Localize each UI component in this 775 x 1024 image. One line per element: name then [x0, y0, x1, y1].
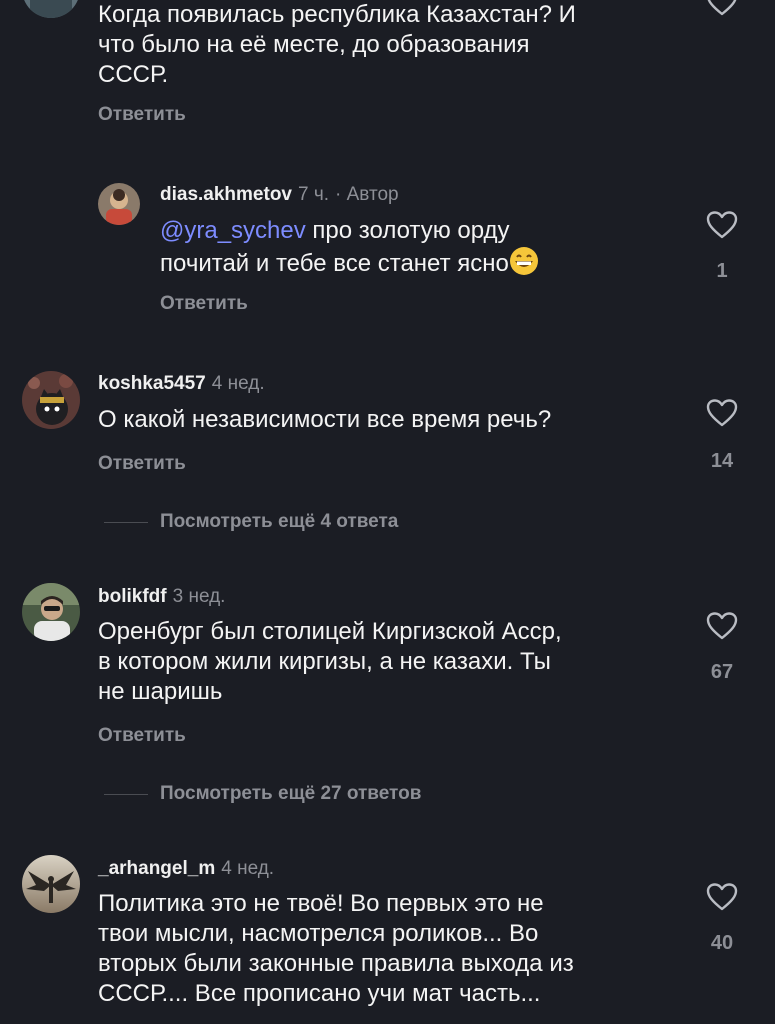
avatar[interactable]	[98, 183, 140, 225]
like-count: 40	[710, 932, 734, 954]
comment-username[interactable]: dias.akhmetov 7 ч. · Автор	[160, 184, 399, 206]
author-badge: · Автор	[335, 184, 399, 205]
heart-icon[interactable]	[706, 399, 738, 427]
divider	[104, 794, 148, 795]
heart-icon[interactable]	[706, 211, 738, 239]
mention-link[interactable]: @yra_sychev	[160, 217, 306, 244]
heart-icon[interactable]	[706, 0, 738, 16]
comment-time: 3 нед.	[172, 586, 226, 607]
reply-button[interactable]: Ответить	[98, 104, 186, 126]
grinning-face-icon	[509, 246, 539, 276]
reply-button[interactable]: Ответить	[160, 293, 248, 315]
comment-time: 7 ч.	[298, 184, 330, 205]
avatar[interactable]	[22, 0, 80, 18]
view-more-replies-button[interactable]: Посмотреть ещё 27 ответов	[160, 783, 421, 805]
like-count: 1	[716, 260, 728, 282]
like-count: 67	[710, 661, 734, 683]
avatar[interactable]	[22, 583, 80, 641]
heart-icon[interactable]	[706, 883, 738, 911]
divider	[104, 522, 148, 523]
avatar[interactable]	[22, 855, 80, 913]
comment-text: Оренбург был столицей Киргизской Асср, в…	[98, 618, 562, 705]
comment-time: 4 нед.	[211, 373, 265, 394]
comment-text: О какой независимости все время речь?	[98, 406, 552, 433]
reply-button[interactable]: Ответить	[98, 725, 186, 747]
view-more-replies-button[interactable]: Посмотреть ещё 4 ответа	[160, 511, 398, 533]
reply-button[interactable]: Ответить	[98, 453, 186, 475]
like-count: 14	[710, 450, 734, 472]
comment-username[interactable]: koshka5457 4 нед.	[98, 373, 265, 395]
heart-icon[interactable]	[706, 612, 738, 640]
comment-text: Политика это не твоё! Во первых это не т…	[98, 890, 574, 1007]
avatar[interactable]	[22, 371, 80, 429]
comment-username[interactable]: _arhangel_m 4 нед.	[98, 858, 274, 880]
comment-username[interactable]: bolikfdf 3 нед.	[98, 586, 225, 608]
comment-text: @yra_sychev про золотую орду почитай и т…	[160, 216, 539, 279]
comment-time: 4 нед.	[221, 858, 275, 879]
comment-text: Когда появилась республика Казахстан? И …	[98, 1, 576, 88]
